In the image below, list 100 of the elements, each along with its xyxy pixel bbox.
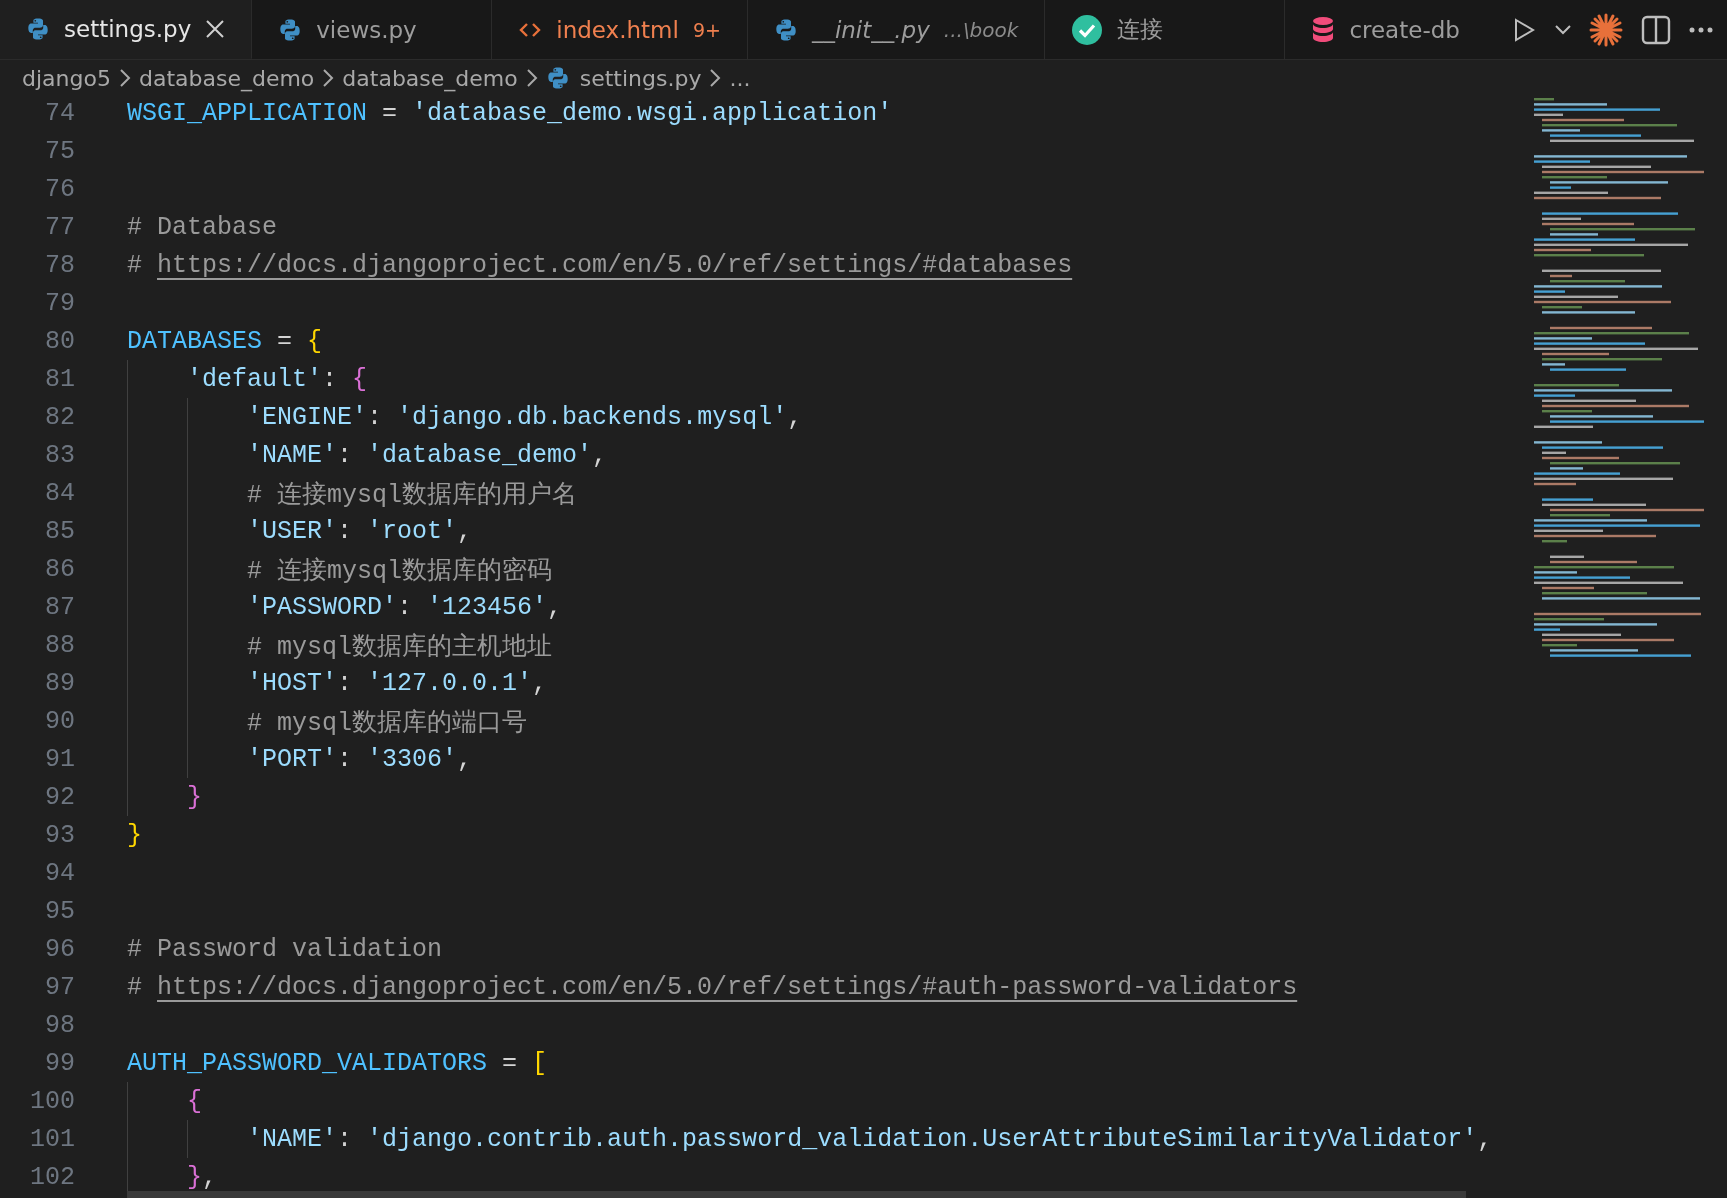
code-link[interactable]: https://docs.djangoproject.com/en/5.0/ref/settings/#databases xyxy=(157,250,1073,280)
line-number: 99 xyxy=(44,1048,75,1078)
code-comment: # xyxy=(127,972,143,1002)
string-literal: 'database_demo.wsgi.application' xyxy=(412,98,893,128)
check-circle-icon xyxy=(1071,13,1104,46)
code-bracket: } xyxy=(127,820,142,850)
line-number: 90 xyxy=(44,706,75,736)
code-comment: # Database xyxy=(127,212,278,242)
string-literal: 'root' xyxy=(367,516,458,546)
string-literal: 'USER' xyxy=(247,516,338,546)
string-literal: 'database_demo' xyxy=(367,440,593,470)
code-bracket: { xyxy=(352,364,368,394)
code-comment: # xyxy=(127,250,143,280)
code-operator: : xyxy=(322,364,339,394)
editor-tab[interactable]: settings.py xyxy=(0,0,253,59)
string-literal: 'HOST' xyxy=(247,668,338,698)
python-icon xyxy=(773,17,798,42)
string-literal: 'django.db.backends.mysql' xyxy=(397,402,788,432)
line-number: 95 xyxy=(44,896,75,926)
code-operator: : xyxy=(337,440,354,470)
code-operator: , xyxy=(457,516,473,546)
tab-description: ...\book xyxy=(943,17,1019,42)
line-number: 80 xyxy=(44,326,75,356)
line-number: 83 xyxy=(44,440,75,470)
chevron-right-icon xyxy=(525,68,538,88)
code-comment: # Password validation xyxy=(127,934,443,964)
code-operator: : xyxy=(337,1124,354,1154)
line-number: 88 xyxy=(44,630,75,660)
chevron-down-icon[interactable] xyxy=(1555,24,1571,35)
horizontal-scrollbar[interactable] xyxy=(127,1191,1466,1198)
sparkle-icon[interactable] xyxy=(1589,12,1623,47)
code-operator: : xyxy=(367,402,384,432)
code-operator: : xyxy=(337,516,354,546)
string-literal: 'NAME' xyxy=(247,440,338,470)
code-comment: # 连接mysql数据库的密码 xyxy=(247,555,553,586)
line-number: 86 xyxy=(44,554,75,584)
line-number: 81 xyxy=(44,364,75,394)
code-comment: # mysql数据库的主机地址 xyxy=(247,631,553,662)
tab-label: settings.py xyxy=(64,16,192,42)
python-icon xyxy=(26,17,50,41)
line-number: 100 xyxy=(29,1086,75,1116)
code-operator: = xyxy=(381,98,399,128)
code-bracket: } xyxy=(187,1162,203,1192)
breadcrumb-item[interactable]: settings.py xyxy=(579,65,702,91)
line-number: 84 xyxy=(44,478,75,508)
string-literal: 'ENGINE' xyxy=(247,402,368,432)
code-operator: , xyxy=(1477,1124,1493,1154)
code-operator: , xyxy=(787,402,803,432)
close-icon[interactable] xyxy=(205,19,226,39)
breadcrumb-item[interactable]: database_demo xyxy=(138,65,315,91)
code-operator: , xyxy=(592,440,608,470)
line-number: 91 xyxy=(44,744,75,774)
database-icon xyxy=(1311,15,1336,44)
code-operator: = xyxy=(501,1048,519,1078)
string-literal: 'NAME' xyxy=(247,1124,338,1154)
string-literal: 'PASSWORD' xyxy=(247,592,398,622)
code-operator: : xyxy=(337,668,354,698)
code-operator: , xyxy=(202,1162,218,1192)
line-number: 76 xyxy=(44,174,75,204)
line-number: 92 xyxy=(44,782,75,812)
line-number: 102 xyxy=(29,1162,75,1192)
chevron-right-icon xyxy=(322,68,335,88)
chevron-right-icon xyxy=(709,68,722,88)
breadcrumb-item[interactable]: django5 xyxy=(22,65,111,91)
python-icon xyxy=(278,17,303,42)
code-operator: , xyxy=(547,592,563,622)
code-comment: # mysql数据库的端口号 xyxy=(247,707,528,738)
code-bracket: } xyxy=(187,782,203,812)
problem-count: 9+ xyxy=(692,18,721,41)
string-literal: 'django.contrib.auth.password_validation.UserAttributeSimilarityValidator' xyxy=(367,1124,1478,1154)
tab-label: __init__.py xyxy=(811,16,930,43)
string-literal: '123456' xyxy=(427,592,548,622)
line-number: 94 xyxy=(44,858,75,888)
string-literal: 'default' xyxy=(187,364,323,394)
line-number: 97 xyxy=(44,972,75,1002)
line-number: 77 xyxy=(44,212,75,242)
code-operator: = xyxy=(276,326,294,356)
code-operator: : xyxy=(397,592,414,622)
code-operator: , xyxy=(457,744,473,774)
code-comment: # 连接mysql数据库的用户名 xyxy=(247,479,578,510)
variable-name: AUTH_PASSWORD_VALIDATORS xyxy=(127,1048,488,1078)
line-number: 79 xyxy=(44,288,75,318)
breadcrumb-item[interactable]: ... xyxy=(729,65,751,91)
line-number: 87 xyxy=(44,592,75,622)
python-icon xyxy=(545,66,570,90)
more-icon[interactable] xyxy=(1689,26,1713,33)
line-number: 96 xyxy=(44,934,75,964)
code-operator: : xyxy=(337,744,354,774)
line-number: 78 xyxy=(44,250,75,280)
line-number: 89 xyxy=(44,668,75,698)
line-number: 101 xyxy=(29,1124,75,1154)
string-literal: '127.0.0.1' xyxy=(367,668,533,698)
tab-label: 连接 xyxy=(1117,15,1164,44)
chevron-right-icon xyxy=(118,68,131,88)
split-editor-icon[interactable] xyxy=(1641,14,1671,45)
code-bracket: { xyxy=(187,1086,203,1116)
tab-label: views.py xyxy=(316,16,417,43)
code-link[interactable]: https://docs.djangoproject.com/en/5.0/ref/settings/#auth-password-validators xyxy=(157,972,1298,1002)
breadcrumb-item[interactable]: database_demo xyxy=(342,65,518,91)
line-number: 93 xyxy=(44,820,75,850)
